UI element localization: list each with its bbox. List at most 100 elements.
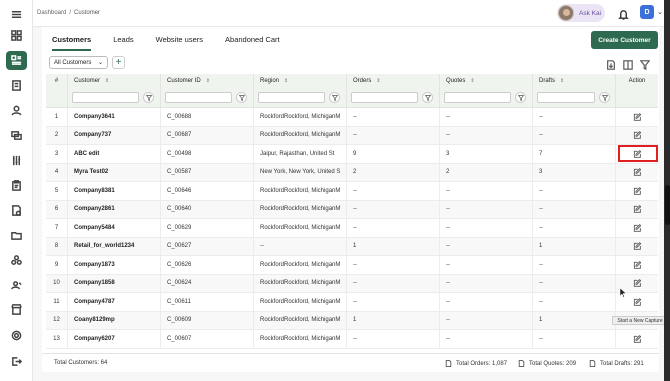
customer-name[interactable]: Company1858 bbox=[68, 274, 161, 292]
filter-icon[interactable] bbox=[236, 92, 247, 103]
resize-handle[interactable] bbox=[665, 185, 670, 225]
customer-name[interactable]: Company8381 bbox=[68, 182, 161, 200]
customer-name[interactable]: Retail_for_world1234 bbox=[68, 237, 161, 255]
columns-icon[interactable] bbox=[623, 57, 633, 70]
customer-name[interactable]: Company6207 bbox=[68, 330, 161, 348]
menu-icon[interactable] bbox=[6, 5, 27, 23]
column-filter-input[interactable] bbox=[258, 92, 325, 103]
table-row[interactable]: 2 Company737 C_00687 RockfordRockford, Mich… bbox=[46, 126, 658, 145]
bell-icon[interactable] bbox=[618, 7, 630, 20]
integrations-icon[interactable] bbox=[6, 251, 27, 269]
customer-id: C_00629 bbox=[161, 219, 254, 237]
region: RockfordRockford, MichiganM bbox=[254, 256, 347, 274]
document-icon bbox=[518, 360, 525, 367]
store-icon[interactable] bbox=[6, 300, 27, 318]
ask-kai-button[interactable]: Ask Kai bbox=[557, 4, 605, 22]
edit-icon[interactable] bbox=[616, 127, 658, 145]
column-header[interactable]: Quotes ⇕ bbox=[440, 74, 533, 88]
column-filter-input[interactable] bbox=[72, 92, 139, 103]
folder-icon[interactable] bbox=[6, 226, 27, 244]
table-row[interactable]: 12 Coany8129mp C_00609 RockfordRockford, Mi… bbox=[46, 311, 658, 330]
row-number: 11 bbox=[46, 293, 68, 311]
sidebar bbox=[0, 0, 33, 381]
column-filter-input[interactable] bbox=[351, 92, 418, 103]
filter-icon[interactable] bbox=[329, 92, 340, 103]
gear-icon[interactable] bbox=[6, 326, 27, 344]
table-row[interactable]: 9 Company1873 C_00626 RockfordRockford, Mic… bbox=[46, 256, 658, 275]
document-check-icon[interactable] bbox=[6, 201, 27, 219]
row-number: 3 bbox=[46, 145, 68, 163]
user-icon[interactable] bbox=[6, 101, 27, 119]
filter-icon[interactable] bbox=[143, 92, 154, 103]
export-icon[interactable] bbox=[606, 57, 616, 70]
column-filter-input[interactable] bbox=[537, 92, 595, 103]
filter-cell bbox=[46, 88, 68, 107]
filter-icon[interactable] bbox=[599, 92, 610, 103]
chat-icon[interactable] bbox=[6, 126, 27, 144]
customer-name[interactable]: ABC edit bbox=[68, 145, 161, 163]
edit-icon[interactable] bbox=[616, 201, 658, 219]
table-row[interactable]: 6 Company2861 C_00640 RockfordRockford, Mic… bbox=[46, 200, 658, 219]
customer-filter-select[interactable]: All Customers ⌄ bbox=[49, 56, 108, 69]
edit-icon[interactable] bbox=[616, 164, 658, 182]
customer-name[interactable]: Company4787 bbox=[68, 293, 161, 311]
tab-customers[interactable]: Customers bbox=[52, 35, 92, 51]
edit-icon[interactable] bbox=[616, 238, 658, 256]
drafts-count: 7 bbox=[533, 145, 616, 163]
table-row[interactable]: 1 Company3641 C_00688 RockfordRockford, Mic… bbox=[46, 108, 658, 127]
table-row[interactable]: 7 Company5484 C_00629 RockfordRockford, Mic… bbox=[46, 219, 658, 238]
user-avatar[interactable]: D bbox=[640, 5, 654, 19]
customer-name[interactable]: Myra Test02 bbox=[68, 163, 161, 181]
row-number: 12 bbox=[46, 311, 68, 329]
edit-icon[interactable] bbox=[616, 330, 658, 348]
catalog-icon[interactable] bbox=[6, 76, 27, 94]
team-icon[interactable] bbox=[6, 276, 27, 294]
table-row[interactable]: 13 Company6207 C_00607 RockfordRockford, Mi… bbox=[46, 330, 658, 349]
total-orders: Total Orders: 1,087 bbox=[445, 360, 507, 367]
plus-icon[interactable]: + bbox=[112, 56, 125, 69]
tab-leads[interactable]: Leads bbox=[113, 35, 133, 51]
table-row[interactable]: 3 ABC edit C_00498 Jaipur, Rajasthan, Unite… bbox=[46, 145, 658, 164]
customer-name[interactable]: Company1873 bbox=[68, 256, 161, 274]
edit-icon[interactable] bbox=[616, 108, 658, 126]
tab-abandoned-cart[interactable]: Abandoned Cart bbox=[225, 35, 280, 51]
table-row[interactable]: 5 Company8381 C_00646 RockfordRockford, Mic… bbox=[46, 182, 658, 201]
edit-icon[interactable] bbox=[616, 182, 658, 200]
filter-icon[interactable] bbox=[422, 92, 433, 103]
customer-name[interactable]: Company3641 bbox=[68, 108, 161, 126]
column-filter-input[interactable] bbox=[165, 92, 232, 103]
filter-cell bbox=[254, 88, 347, 107]
table-row[interactable]: 11 Company4787 C_00611 RockfordRockford, Mi… bbox=[46, 293, 658, 312]
table-row[interactable]: 10 Company1858 C_00624 RockfordRockford, Mi… bbox=[46, 274, 658, 293]
customer-name[interactable]: Company5484 bbox=[68, 219, 161, 237]
chevron-down-icon[interactable]: ⌄ bbox=[657, 8, 663, 16]
customer-name[interactable]: Coany8129mp bbox=[68, 311, 161, 329]
filter-icon[interactable] bbox=[515, 92, 526, 103]
column-header[interactable]: Drafts ⇕ bbox=[533, 74, 616, 88]
table-row[interactable]: 8 Retail_for_world1234 C_00627 -- 1 -- 1 bbox=[46, 237, 658, 256]
dashboard-icon[interactable] bbox=[6, 26, 27, 44]
edit-icon[interactable] bbox=[616, 256, 658, 274]
column-header[interactable]: Customer ⇕ bbox=[68, 74, 161, 88]
logout-icon[interactable] bbox=[6, 352, 27, 370]
filter-cell bbox=[161, 88, 254, 107]
document-icon bbox=[589, 360, 596, 367]
tab-website-users[interactable]: Website users bbox=[156, 35, 203, 51]
sort-icon: ⇕ bbox=[205, 78, 210, 84]
column-header[interactable]: Region ⇕ bbox=[254, 74, 347, 88]
customer-name[interactable]: Company2861 bbox=[68, 200, 161, 218]
customer-name[interactable]: Company737 bbox=[68, 126, 161, 144]
breadcrumb-dashboard[interactable]: Dashboard bbox=[37, 10, 66, 16]
edit-icon[interactable] bbox=[616, 219, 658, 237]
column-filter-input[interactable] bbox=[444, 92, 511, 103]
column-header[interactable]: Orders ⇕ bbox=[347, 74, 440, 88]
filter-cell bbox=[440, 88, 533, 107]
customers-nav-icon[interactable] bbox=[6, 51, 27, 70]
filter-icon[interactable] bbox=[639, 57, 651, 71]
column-header[interactable]: Customer ID ⇕ bbox=[161, 74, 254, 88]
settings-sliders-icon[interactable] bbox=[6, 151, 27, 169]
create-customer-button[interactable]: Create Customer bbox=[591, 31, 658, 49]
clipboard-icon[interactable] bbox=[6, 176, 27, 194]
orders-count: 1 bbox=[347, 311, 440, 329]
table-row[interactable]: 4 Myra Test02 C_00587 New York, New York, U… bbox=[46, 163, 658, 182]
